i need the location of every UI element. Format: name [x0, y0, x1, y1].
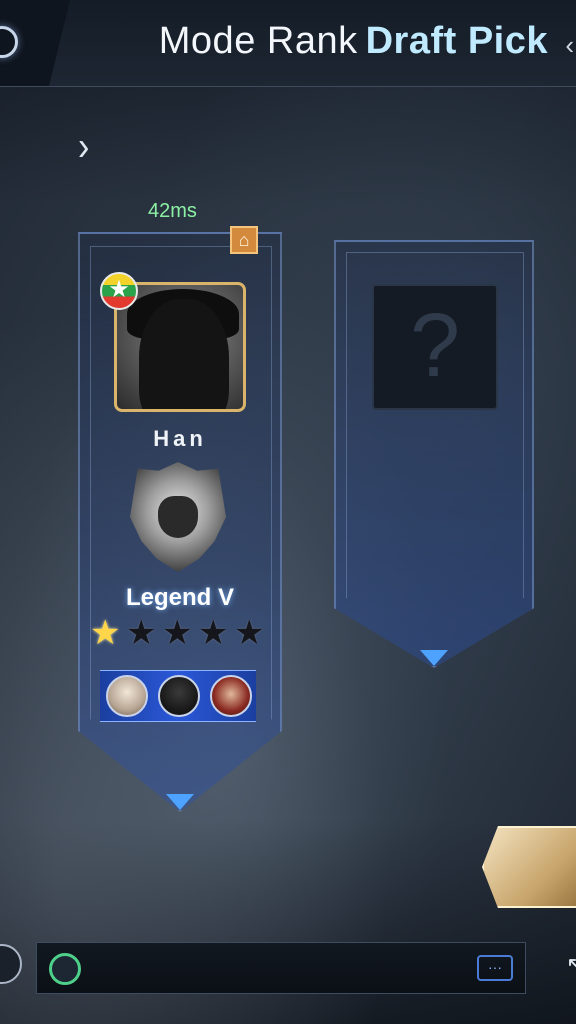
- ready-button[interactable]: [482, 826, 576, 908]
- chat-bubble-icon[interactable]: ···: [477, 955, 513, 981]
- hero-portrait-2[interactable]: [158, 675, 200, 717]
- draft-pick-title: Draft Pick: [365, 20, 548, 62]
- empty-card-tip: [420, 650, 448, 666]
- chevron-right-icon[interactable]: ›: [78, 124, 89, 171]
- rank-label: Legend V: [125, 584, 234, 611]
- mode-title: Mode Rank: [158, 20, 358, 62]
- emoji-icon[interactable]: [49, 953, 81, 985]
- star-icon: ★: [198, 614, 229, 652]
- ping-indicator: 42ms: [148, 200, 197, 222]
- hero-silhouette: [139, 299, 229, 409]
- home-icon[interactable]: ⌂: [230, 226, 258, 254]
- star-icon: ★: [90, 614, 121, 652]
- chevron-left-icon[interactable]: ‹: [565, 30, 574, 61]
- hero-portrait-1[interactable]: [106, 675, 148, 717]
- top-bar: Mode Rank Draft Pick ‹: [0, 0, 576, 87]
- chat-bar: ···: [36, 942, 526, 994]
- page-title: Mode Rank Draft Pick: [159, 20, 548, 63]
- chat-input[interactable]: [97, 953, 471, 987]
- recent-heroes: [100, 670, 256, 722]
- star-flag-icon: ★: [100, 272, 138, 310]
- pointer-icon: ↖: [566, 952, 576, 977]
- star-icon: ★: [234, 614, 265, 652]
- hero-portrait-3[interactable]: [210, 675, 252, 717]
- rank-stars: ★ ★ ★ ★ ★: [90, 614, 270, 652]
- player-card-tip: [166, 794, 194, 810]
- star-icon: ★: [162, 614, 193, 652]
- rank-emblem-face: [158, 496, 198, 538]
- star-icon: ★: [126, 614, 157, 652]
- player-name: Han: [153, 426, 207, 451]
- empty-slot[interactable]: ?: [372, 284, 498, 410]
